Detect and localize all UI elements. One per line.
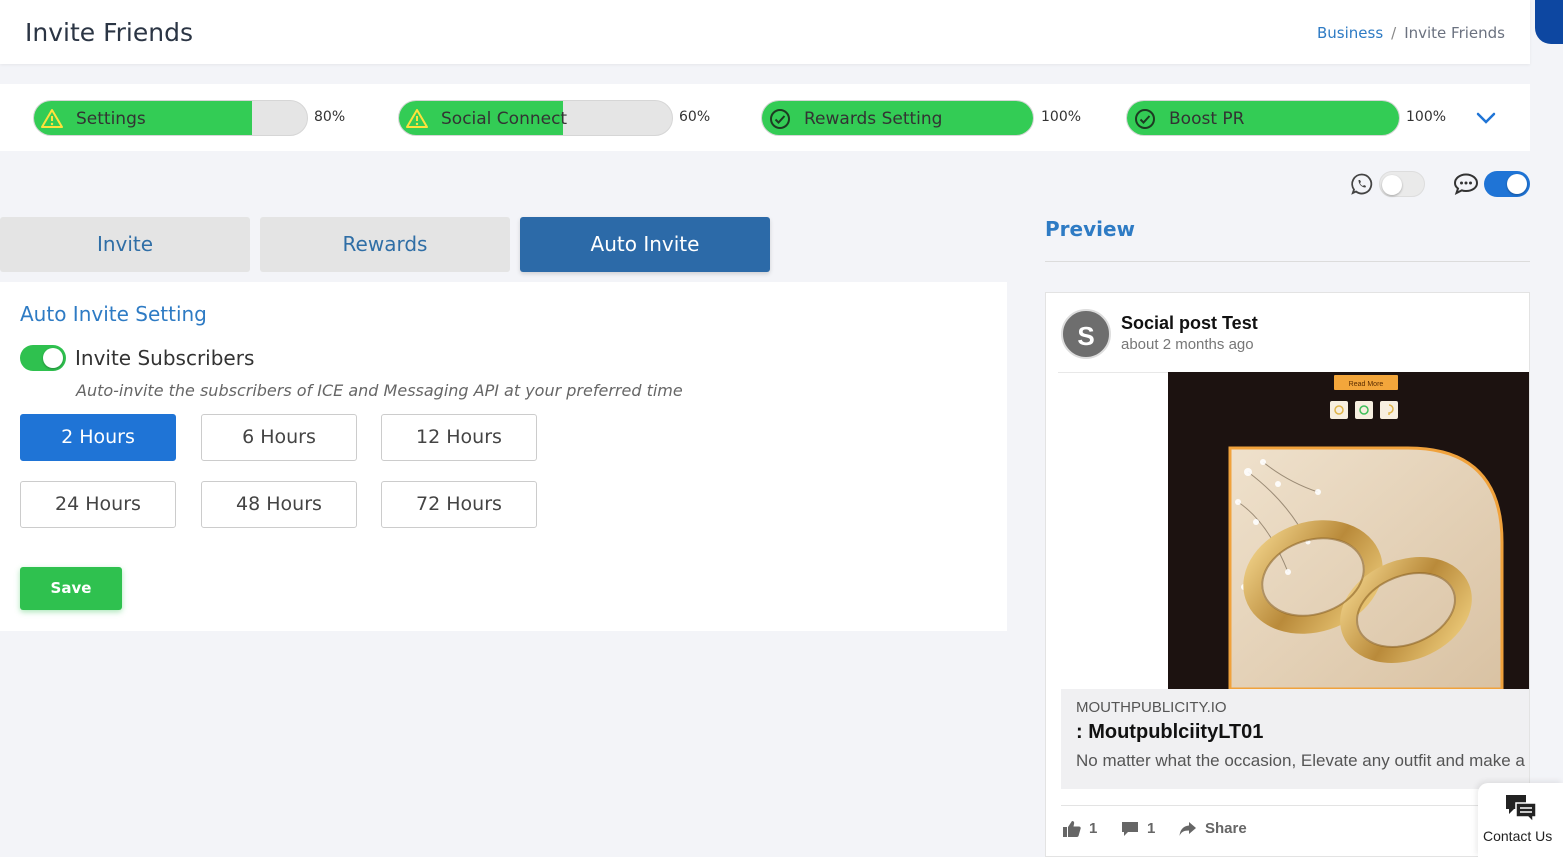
tab-invite[interactable]: Invite [0, 217, 250, 272]
whatsapp-icon [1351, 173, 1373, 195]
check-circle-icon [770, 109, 790, 129]
link-domain: MOUTHPUBLICITY.IO [1076, 699, 1227, 716]
breadcrumb-business-link[interactable]: Business [1317, 24, 1383, 42]
progress-percent: 100% [1041, 109, 1082, 125]
share-action[interactable]: Share [1179, 820, 1247, 837]
check-circle-icon [1135, 109, 1155, 129]
progress-label: Rewards Setting [804, 109, 943, 129]
corner-accent [1535, 0, 1563, 44]
rings-product-image: Read More [1168, 372, 1529, 689]
avatar: S [1061, 309, 1111, 359]
post-preview-card: S Social post Test about 2 months ago Re… [1045, 292, 1530, 857]
tab-auto-invite[interactable]: Auto Invite [520, 217, 770, 272]
tab-rewards[interactable]: Rewards [260, 217, 510, 272]
invite-subscribers-toggle[interactable] [20, 345, 66, 371]
comment-count: 1 [1147, 820, 1156, 837]
thumbs-up-icon [1063, 820, 1081, 837]
toggle-knob [43, 348, 63, 368]
warning-icon [406, 109, 428, 128]
breadcrumb: Business / Invite Friends [1317, 24, 1505, 42]
sms-toggle[interactable] [1484, 171, 1530, 197]
hours-option-72[interactable]: 72 Hours [381, 481, 537, 528]
link-description: No matter what the occasion, Elevate any… [1076, 751, 1525, 770]
progress-label: Boost PR [1169, 109, 1245, 129]
hours-option-48[interactable]: 48 Hours [201, 481, 357, 528]
share-icon [1179, 821, 1196, 836]
hours-option-2[interactable]: 2 Hours [20, 414, 176, 461]
divider [1061, 805, 1529, 806]
toggle-knob [1382, 175, 1402, 195]
like-action[interactable]: 1 [1063, 820, 1097, 837]
post-author: Social post Test [1121, 313, 1258, 333]
read-more-image-button: Read More [1349, 381, 1384, 388]
setup-progress-strip: Settings 80% Social Connect 60% Rewards … [0, 84, 1530, 151]
progress-bar-settings[interactable]: Settings [33, 100, 308, 136]
progress-bar-boost-pr[interactable]: Boost PR [1126, 100, 1400, 136]
breadcrumb-current: Invite Friends [1404, 24, 1505, 42]
post-timestamp: about 2 months ago [1121, 336, 1254, 353]
toggle-knob [1507, 174, 1527, 194]
progress-percent: 80% [314, 109, 346, 125]
hours-option-6[interactable]: 6 Hours [201, 414, 357, 461]
progress-label: Social Connect [441, 109, 568, 129]
progress-percent: 60% [679, 109, 711, 125]
share-label: Share [1205, 820, 1247, 837]
save-button[interactable]: Save [20, 567, 122, 610]
comment-action[interactable]: 1 [1121, 820, 1155, 837]
invite-subscribers-description: Auto-invite the subscribers of ICE and M… [76, 381, 683, 400]
progress-percent: 100% [1406, 109, 1447, 125]
auto-invite-settings-card: Auto Invite Setting Invite Subscribers A… [0, 282, 1007, 631]
link-preview[interactable]: MOUTHPUBLICITY.IO : MoutpublciityLT01 No… [1061, 689, 1529, 789]
post-image: Read More [1168, 372, 1529, 689]
chat-bubbles-icon [1506, 795, 1537, 823]
progress-label: Settings [76, 109, 146, 129]
hours-option-24[interactable]: 24 Hours [20, 481, 176, 528]
divider [1045, 261, 1530, 262]
link-title: : MoutpublciityLT01 [1076, 721, 1264, 743]
page-header: Invite Friends Business / Invite Friends [0, 0, 1530, 64]
hours-option-12[interactable]: 12 Hours [381, 414, 537, 461]
warning-icon [41, 109, 63, 128]
contact-us-label: Contact Us [1483, 828, 1553, 844]
comment-icon [1122, 821, 1138, 836]
progress-bar-social-connect[interactable]: Social Connect [398, 100, 673, 136]
progress-fill [1127, 101, 1399, 135]
breadcrumb-separator: / [1391, 24, 1397, 42]
chat-bubble-icon [1453, 173, 1479, 195]
page-title: Invite Friends [25, 18, 193, 47]
contact-us-widget[interactable]: Contact Us [1478, 783, 1563, 857]
like-count: 1 [1089, 820, 1098, 837]
whatsapp-toggle[interactable] [1379, 171, 1425, 197]
invite-subscribers-label: Invite Subscribers [75, 346, 255, 370]
chevron-down-icon[interactable] [1474, 106, 1498, 130]
auto-invite-setting-title: Auto Invite Setting [20, 302, 207, 326]
progress-bar-rewards-setting[interactable]: Rewards Setting [761, 100, 1034, 136]
preview-title: Preview [1045, 217, 1136, 241]
